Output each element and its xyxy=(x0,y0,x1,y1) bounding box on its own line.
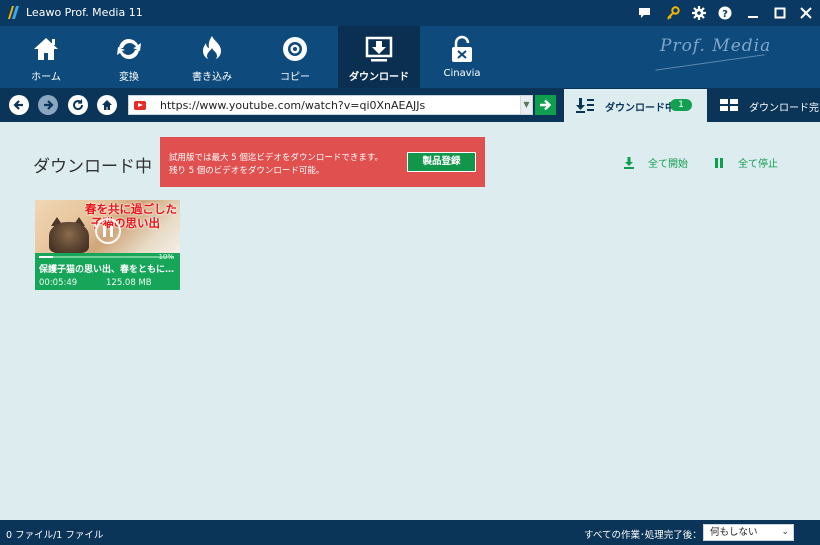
burn-icon xyxy=(171,35,253,63)
pause-download-icon[interactable] xyxy=(95,218,121,244)
nav-label: ダウンロード xyxy=(349,72,409,83)
trial-banner: 試用版では最大 5 個迄ビデオをダウンロードできます。残り 5 個のビデオをダウ… xyxy=(160,137,485,187)
download-arrow-icon xyxy=(622,156,636,170)
after-complete-select[interactable]: 何もしない ⌄ xyxy=(703,524,794,541)
main-nav: ホーム 変換 書き込み コピー ダウンロード Cinavia Prof. Med… xyxy=(0,26,820,88)
nav-convert[interactable]: 変換 xyxy=(88,26,170,88)
video-card[interactable]: 春を共に過ごした 子猫の思い出 10% 保護子猫の思い出、春をともに… 00:0… xyxy=(35,200,180,290)
tab-completed-label: ダウンロード完了 xyxy=(749,103,820,114)
home-small-icon xyxy=(102,100,112,110)
chevron-down-icon: ⌄ xyxy=(781,527,789,537)
after-complete-value: 何もしない xyxy=(710,527,758,538)
completed-grid-icon xyxy=(720,99,738,111)
gear-icon[interactable] xyxy=(690,4,708,22)
youtube-icon xyxy=(134,101,146,110)
progress-fill xyxy=(39,256,53,258)
back-button[interactable] xyxy=(9,95,29,115)
register-button[interactable]: 製品登録 xyxy=(407,152,476,172)
nav-cinavia[interactable]: Cinavia xyxy=(421,26,503,88)
refresh-button[interactable] xyxy=(68,95,88,115)
refresh-icon xyxy=(73,99,84,111)
go-button[interactable] xyxy=(535,95,556,115)
nav-label: 書き込み xyxy=(192,72,232,83)
message-icon[interactable] xyxy=(635,4,653,22)
app-title: Leawo Prof. Media 11 xyxy=(26,6,143,19)
go-arrow-icon xyxy=(540,99,552,111)
start-all-button[interactable]: 全て開始 xyxy=(622,155,688,170)
url-text[interactable]: https://www.youtube.com/watch?v=qi0XnAEA… xyxy=(160,99,425,112)
nav-home[interactable]: ホーム xyxy=(5,26,87,88)
video-size: 125.08 MB xyxy=(106,278,152,288)
arrow-right-icon xyxy=(44,100,54,110)
tab-completed[interactable]: ダウンロード完了 xyxy=(709,89,820,122)
video-duration: 00:05:49 xyxy=(39,278,78,288)
forward-button[interactable] xyxy=(38,95,58,115)
download-icon xyxy=(338,35,420,63)
minimize-icon[interactable] xyxy=(744,4,762,22)
after-complete-label: すべての作業･処理完了後： xyxy=(584,530,702,541)
close-icon[interactable] xyxy=(797,4,815,22)
maximize-icon[interactable] xyxy=(771,4,789,22)
thumbnail-caption-line: 春を共に過ごした xyxy=(85,202,177,216)
home-browser-button[interactable] xyxy=(97,95,117,115)
svg-text:?: ? xyxy=(722,9,728,20)
convert-icon xyxy=(88,35,170,63)
key-icon[interactable] xyxy=(664,4,682,22)
brand-logo: Prof. Media xyxy=(660,36,772,56)
nav-label: Cinavia xyxy=(443,68,481,79)
arrow-left-icon xyxy=(13,100,23,110)
home-icon xyxy=(5,35,87,63)
video-title: 保護子猫の思い出、春をともに… xyxy=(39,265,175,275)
pause-icon xyxy=(712,156,726,170)
copy-disc-icon xyxy=(254,35,336,63)
brand-underline xyxy=(655,54,765,71)
status-bar: 0 ファイル/1 ファイル すべての作業･処理完了後： xyxy=(0,520,820,545)
url-dropdown-icon[interactable]: ▼ xyxy=(520,96,532,114)
start-all-label: 全て開始 xyxy=(648,159,688,170)
help-icon[interactable]: ? xyxy=(716,4,734,22)
stop-all-label: 全て停止 xyxy=(738,159,778,170)
nav-download[interactable]: ダウンロード xyxy=(338,26,420,88)
trial-message: 試用版では最大 5 個迄ビデオをダウンロードできます。残り 5 個のビデオをダウ… xyxy=(169,153,383,176)
tab-downloading-label: ダウンロード中 xyxy=(605,103,675,114)
thumbnail-cat-head xyxy=(49,222,89,253)
title-bar: Leawo Prof. Media 11 ? xyxy=(0,0,820,26)
nav-label: ホーム xyxy=(31,72,61,83)
url-input[interactable]: https://www.youtube.com/watch?v=qi0XnAEA… xyxy=(128,95,533,115)
nav-label: 変換 xyxy=(119,72,139,83)
nav-burn[interactable]: 書き込み xyxy=(171,26,253,88)
download-list-icon xyxy=(576,98,594,113)
download-progress-bar xyxy=(39,256,174,258)
page-title: ダウンロード中 xyxy=(33,157,152,177)
app-logo-icon xyxy=(8,6,19,19)
nav-label: コピー xyxy=(280,72,310,83)
cinavia-lock-icon xyxy=(421,35,503,63)
progress-percent: 10% xyxy=(158,253,174,261)
video-thumbnail: 春を共に過ごした 子猫の思い出 xyxy=(35,200,180,253)
file-count: 0 ファイル/1 ファイル xyxy=(6,530,104,541)
downloading-count-badge: 1 xyxy=(670,99,692,111)
stop-all-button[interactable]: 全て停止 xyxy=(712,155,778,170)
nav-copy[interactable]: コピー xyxy=(254,26,336,88)
